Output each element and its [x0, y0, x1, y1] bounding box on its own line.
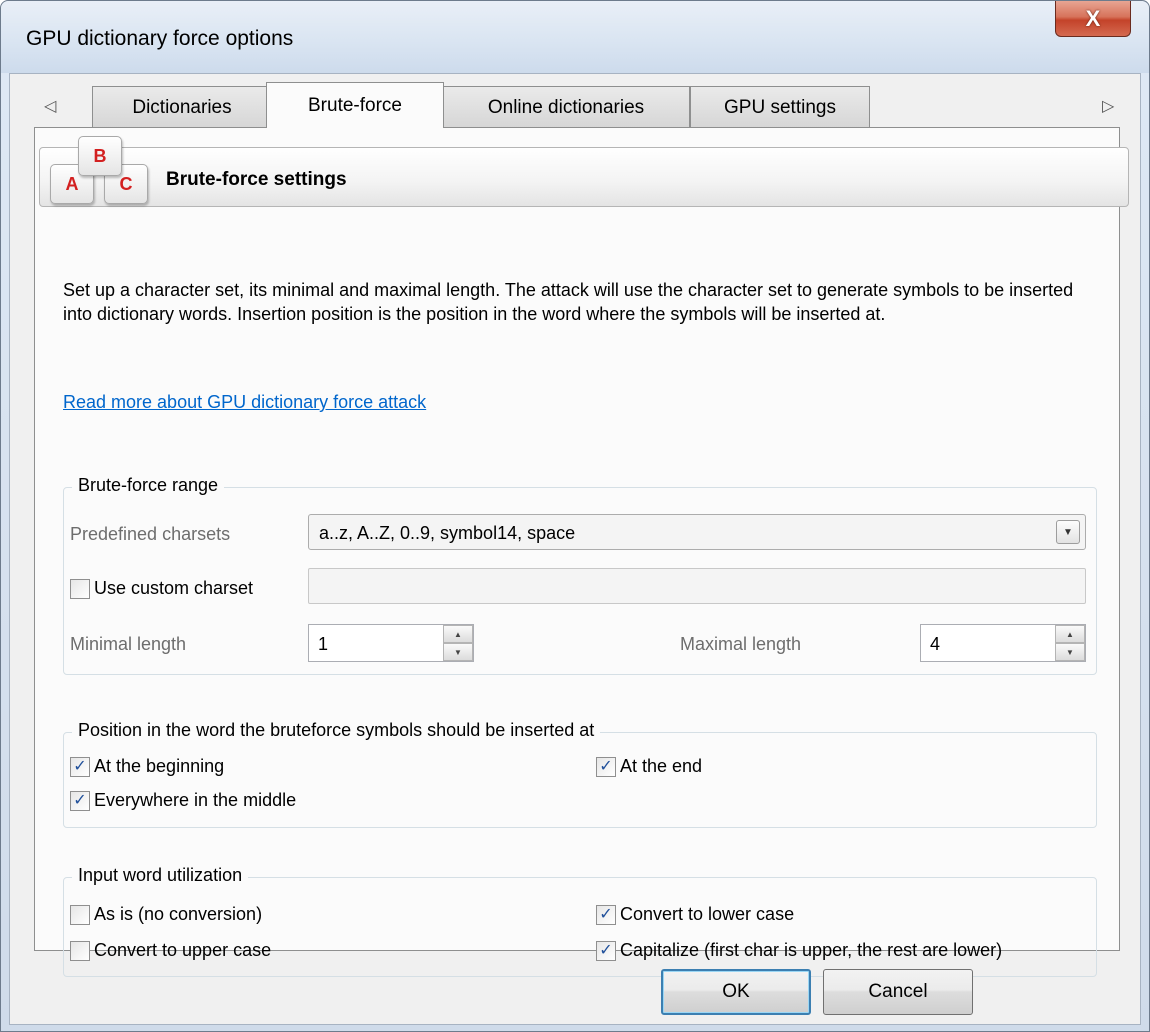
spin-up-icon[interactable]: ▲ [1055, 625, 1085, 643]
minimal-length-stepper[interactable]: 1 ▲ ▼ [308, 624, 474, 662]
checkbox-box[interactable] [70, 904, 90, 925]
tab-dictionaries[interactable]: Dictionaries [92, 86, 272, 128]
dialog-window: GPU dictionary force options X ◁ Diction… [0, 0, 1150, 1032]
title-bar[interactable]: GPU dictionary force options X [1, 1, 1149, 73]
minimal-length-value[interactable]: 1 [318, 634, 328, 655]
checkbox-label: At the beginning [94, 756, 225, 776]
tab-gpu-settings[interactable]: GPU settings [690, 86, 870, 128]
everywhere-middle-checkbox[interactable]: ✓ Everywhere in the middle [70, 790, 296, 811]
tab-brute-force[interactable]: Brute-force [266, 82, 444, 128]
maximal-length-stepper[interactable]: 4 ▲ ▼ [920, 624, 1086, 662]
spin-down-icon[interactable]: ▼ [1055, 643, 1085, 661]
checkbox-box[interactable]: ✓ [596, 940, 616, 961]
close-icon: X [1085, 5, 1101, 31]
cancel-button[interactable]: Cancel [823, 969, 973, 1015]
maximal-length-label: Maximal length [680, 634, 802, 654]
ok-button-label: OK [722, 981, 750, 1002]
checkbox-label: At the end [620, 756, 703, 776]
dialog-client-area: ◁ Dictionaries Brute-force Online dictio… [9, 73, 1141, 1025]
key-b-icon: B [78, 136, 122, 176]
at-end-checkbox[interactable]: ✓ At the end [596, 756, 702, 777]
maximal-length-value[interactable]: 4 [930, 634, 940, 655]
group-title: Input word utilization [72, 865, 249, 886]
tab-label: GPU settings [724, 96, 836, 118]
insert-position-group: Position in the word the bruteforce symb… [63, 720, 1097, 828]
tab-label: Online dictionaries [487, 96, 645, 118]
tab-scroll-right-icon[interactable]: ▷ [1102, 96, 1114, 116]
tab-label: Brute-force [308, 94, 402, 116]
chevron-down-icon[interactable]: ▼ [1056, 520, 1080, 544]
description-text: Set up a character set, its minimal and … [63, 280, 1074, 324]
predefined-charsets-select[interactable]: a..z, A..Z, 0..9, symbol14, space ▼ [308, 514, 1086, 550]
checkbox-box[interactable] [70, 578, 90, 599]
checkbox-box[interactable] [70, 940, 90, 961]
at-beginning-checkbox[interactable]: ✓ At the beginning [70, 756, 224, 777]
checkbox-label: Convert to upper case [94, 940, 272, 960]
capitalize-checkbox[interactable]: ✓ Capitalize (first char is upper, the r… [596, 940, 1002, 961]
predefined-charsets-label: Predefined charsets [70, 524, 231, 544]
convert-upper-checkbox[interactable]: Convert to upper case [70, 940, 271, 961]
checkbox-label: Convert to lower case [620, 904, 795, 924]
predefined-charsets-value: a..z, A..Z, 0..9, symbol14, space [319, 523, 576, 543]
cancel-button-label: Cancel [868, 981, 928, 1002]
custom-charset-input[interactable] [308, 568, 1086, 604]
as-is-checkbox[interactable]: As is (no conversion) [70, 904, 262, 925]
spin-up-icon[interactable]: ▲ [443, 625, 473, 643]
convert-lower-checkbox[interactable]: ✓ Convert to lower case [596, 904, 794, 925]
checkbox-box[interactable]: ✓ [70, 756, 90, 777]
checkbox-label: Use custom charset [94, 578, 254, 598]
checkbox-box[interactable]: ✓ [596, 756, 616, 777]
brute-force-range-group: Brute-force range Predefined charsets a.… [63, 475, 1097, 675]
input-word-utilization-group: Input word utilization As is (no convers… [63, 865, 1097, 977]
checkbox-label: Everywhere in the middle [94, 790, 297, 810]
use-custom-charset-checkbox[interactable]: Use custom charset [70, 578, 253, 599]
checkbox-box[interactable]: ✓ [596, 904, 616, 925]
tab-label: Dictionaries [132, 96, 232, 118]
close-button[interactable]: X [1055, 1, 1131, 37]
minimal-length-label: Minimal length [70, 634, 187, 654]
tab-scroll-left-icon[interactable]: ◁ [44, 96, 56, 116]
tab-online-dictionaries[interactable]: Online dictionaries [442, 86, 690, 128]
ok-button[interactable]: OK [661, 969, 811, 1015]
section-title: Brute-force settings [166, 169, 347, 190]
group-title: Brute-force range [72, 475, 225, 496]
checkbox-label: Capitalize (first char is upper, the res… [620, 940, 1003, 960]
group-title: Position in the word the bruteforce symb… [72, 720, 601, 741]
window-title: GPU dictionary force options [26, 27, 294, 50]
brute-force-panel: A C B Brute-force settings Set up a char… [34, 127, 1129, 977]
spin-down-icon[interactable]: ▼ [443, 643, 473, 661]
section-header: A C B Brute-force settings [39, 136, 1129, 207]
checkbox-label: As is (no conversion) [94, 904, 263, 924]
read-more-link[interactable]: Read more about GPU dictionary force att… [63, 392, 426, 413]
checkbox-box[interactable]: ✓ [70, 790, 90, 811]
